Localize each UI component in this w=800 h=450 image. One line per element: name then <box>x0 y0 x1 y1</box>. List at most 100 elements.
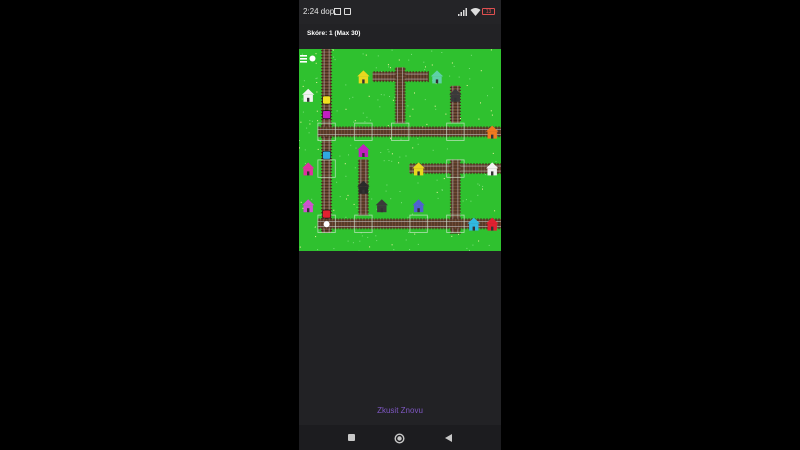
track-tie <box>339 218 341 230</box>
grass-speckle <box>446 148 448 150</box>
train-magenta[interactable] <box>322 110 331 120</box>
track-tie <box>447 218 449 230</box>
grass-speckle <box>443 178 445 180</box>
grass-speckle <box>345 108 347 110</box>
track-tie <box>412 71 414 83</box>
track-tie <box>393 218 395 230</box>
grass-speckle <box>424 69 426 71</box>
track-tie <box>321 200 333 202</box>
track-tie <box>357 163 369 165</box>
grass-speckle <box>460 117 461 119</box>
depot-icon <box>323 221 330 228</box>
track-tie <box>321 197 333 199</box>
grass-speckle <box>300 201 302 203</box>
track-tie <box>449 184 461 186</box>
grass-speckle <box>470 54 472 56</box>
track-tie <box>420 126 422 138</box>
game-board-canvas[interactable] <box>299 49 501 251</box>
track-tie <box>394 74 406 76</box>
retry-button[interactable]: Zkusit Znovu <box>299 406 501 415</box>
track-tie <box>449 190 461 192</box>
track-tie <box>321 167 333 169</box>
track-tie <box>360 218 362 230</box>
track-tie <box>321 149 333 151</box>
track-tie <box>438 126 440 138</box>
track-tie <box>409 71 411 83</box>
grass-speckle <box>362 112 364 114</box>
recents-square-icon[interactable] <box>347 433 356 442</box>
grass-speckle <box>390 67 391 69</box>
track-tie <box>477 126 479 138</box>
grass-speckle <box>399 156 401 158</box>
grass-speckle <box>494 210 496 212</box>
home-circle-icon[interactable] <box>394 433 405 444</box>
track-tie <box>394 98 406 100</box>
grass-speckle <box>315 53 317 55</box>
track-tie <box>421 71 423 83</box>
track-tie <box>357 218 359 230</box>
track-tie <box>394 86 406 88</box>
grass-speckle <box>477 194 479 196</box>
track-tie <box>432 126 434 138</box>
grass-speckle <box>409 115 411 117</box>
track-tie <box>321 92 333 94</box>
grass-speckle <box>339 155 341 157</box>
game-board[interactable] <box>299 49 501 251</box>
track-tie <box>456 218 458 230</box>
grass-speckle <box>492 152 494 154</box>
menu-icon[interactable] <box>299 52 309 64</box>
grass-speckle <box>401 202 402 204</box>
track-tie <box>342 126 344 138</box>
track-tie <box>497 163 499 175</box>
track-tie <box>366 218 368 230</box>
track-tie <box>321 146 333 148</box>
back-triangle-icon[interactable] <box>444 433 453 443</box>
grass-speckle <box>390 198 392 200</box>
track-tie <box>462 218 464 230</box>
train-yellow[interactable] <box>322 95 331 105</box>
grass-speckle <box>426 123 428 125</box>
grass-speckle <box>466 247 468 249</box>
track-tie <box>482 163 484 175</box>
track-tie <box>449 187 461 189</box>
track-tie <box>321 188 333 190</box>
grass-speckle <box>449 75 451 77</box>
track-tie <box>388 71 390 83</box>
track-tie <box>321 62 333 64</box>
grass-speckle <box>299 246 301 248</box>
grass-speckle <box>466 85 468 86</box>
track-tie <box>459 126 461 138</box>
track-tie <box>321 107 333 109</box>
train-red[interactable] <box>322 209 331 219</box>
track-tie <box>382 71 384 83</box>
train-cyan[interactable] <box>322 150 331 160</box>
track-tie <box>449 175 461 177</box>
track-tie <box>373 71 375 83</box>
track-tie <box>417 126 419 138</box>
track-tie <box>357 172 369 174</box>
grass-speckle <box>391 153 393 155</box>
grass-speckle <box>352 242 354 244</box>
grass-speckle <box>435 108 437 110</box>
track-tie <box>449 229 461 231</box>
track-tie <box>363 218 365 230</box>
grass-speckle <box>389 96 390 97</box>
track-tie <box>390 218 392 230</box>
track-tie <box>372 218 374 230</box>
track-tie <box>417 218 419 230</box>
track-tie <box>465 218 467 230</box>
track-tie <box>357 199 369 201</box>
track-tie <box>375 126 377 138</box>
track-tie <box>410 163 412 175</box>
track-tie <box>384 126 386 138</box>
track-tie <box>357 160 369 162</box>
track-tie <box>321 53 333 55</box>
track-tie <box>321 194 333 196</box>
grass-speckle <box>492 87 494 89</box>
source-station-icon <box>309 55 316 62</box>
grass-speckle <box>412 108 414 110</box>
grass-speckle <box>417 182 419 184</box>
grass-speckle <box>468 68 470 69</box>
grass-speckle <box>394 96 396 98</box>
grass-speckle <box>359 240 361 242</box>
